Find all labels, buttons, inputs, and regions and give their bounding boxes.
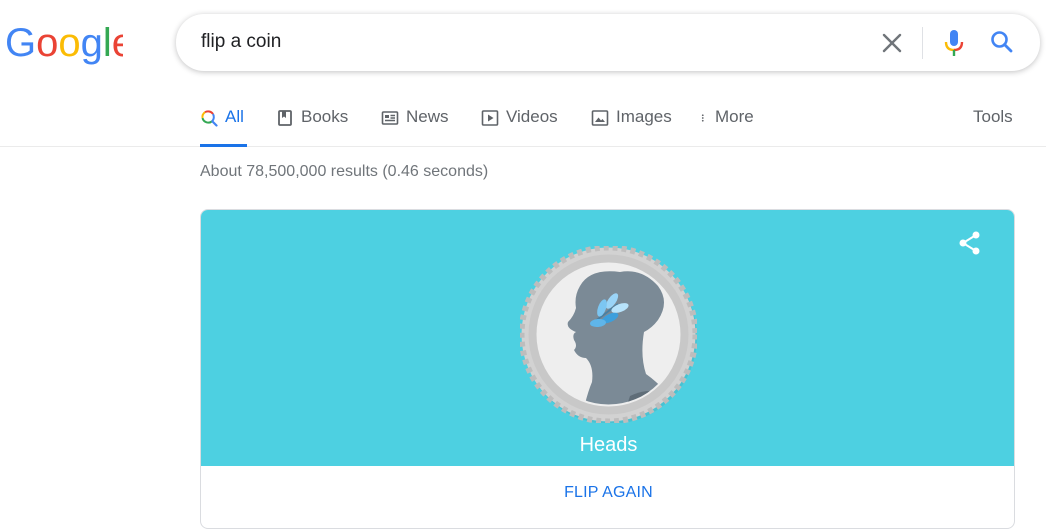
microphone-icon: [944, 30, 964, 56]
tab-videos[interactable]: Videos: [481, 107, 558, 147]
tab-all[interactable]: All: [200, 107, 247, 147]
tab-books-label: Books: [301, 107, 349, 126]
news-icon: [381, 111, 399, 125]
search-box-divider: [922, 27, 923, 59]
coin-panel[interactable]: Heads: [201, 210, 1014, 466]
image-icon: [591, 110, 609, 126]
tools-label: Tools: [973, 107, 1013, 126]
search-icon: [991, 31, 1013, 53]
search-tabs: All Books News Videos Images More Tools: [0, 90, 1046, 147]
voice-search-button[interactable]: [940, 28, 968, 58]
play-icon: [481, 110, 499, 126]
coin-result-label: Heads: [579, 434, 638, 456]
search-multicolor-icon: [201, 110, 218, 127]
google-logo[interactable]: Google: [5, 18, 134, 68]
tab-images-label: Images: [616, 107, 672, 126]
clear-search-button[interactable]: [879, 30, 905, 56]
more-vert-icon: [701, 114, 704, 122]
header: Google: [0, 0, 1046, 90]
tab-books[interactable]: Books: [276, 107, 348, 147]
tab-all-label: All: [225, 107, 244, 126]
tab-more-label: More: [715, 107, 754, 126]
close-icon: [882, 33, 902, 53]
svg-text:Google: Google: [5, 21, 123, 65]
share-icon: [959, 231, 980, 255]
tools-button[interactable]: Tools: [973, 107, 1013, 147]
tab-more[interactable]: More: [700, 107, 754, 147]
search-box: [176, 14, 1040, 71]
share-button[interactable]: [956, 229, 984, 257]
tab-news[interactable]: News: [381, 107, 449, 147]
search-input[interactable]: [201, 29, 851, 55]
book-icon: [278, 110, 292, 126]
tab-videos-label: Videos: [506, 107, 558, 126]
result-stats: About 78,500,000 results (0.46 seconds): [200, 163, 489, 180]
flip-again-button[interactable]: FLIP AGAIN: [201, 484, 1014, 502]
search-button[interactable]: [988, 28, 1016, 56]
tab-news-label: News: [406, 107, 449, 126]
coin-flip-card: Heads FLIP AGAIN: [200, 209, 1015, 529]
tab-images[interactable]: Images: [591, 107, 672, 147]
coin-heads-image[interactable]: [518, 244, 699, 425]
